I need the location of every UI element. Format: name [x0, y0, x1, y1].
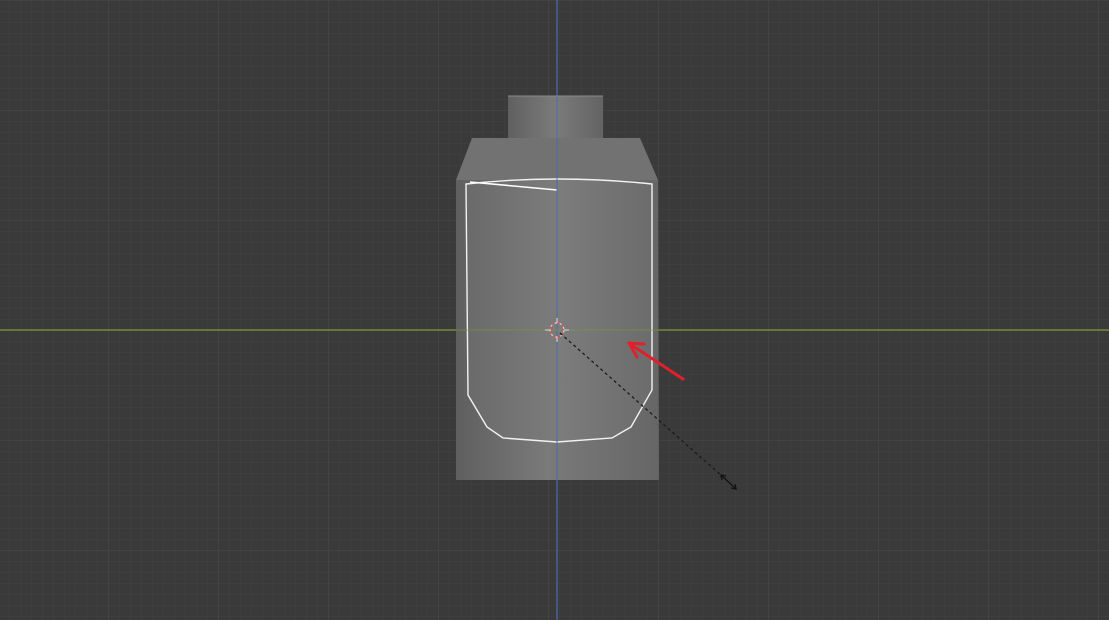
viewport-canvas[interactable]: [0, 0, 1109, 620]
3d-viewport[interactable]: [0, 0, 1109, 620]
selected-face[interactable]: [465, 178, 653, 443]
bottle-neck: [508, 96, 603, 144]
bottle-mesh[interactable]: [456, 95, 659, 480]
